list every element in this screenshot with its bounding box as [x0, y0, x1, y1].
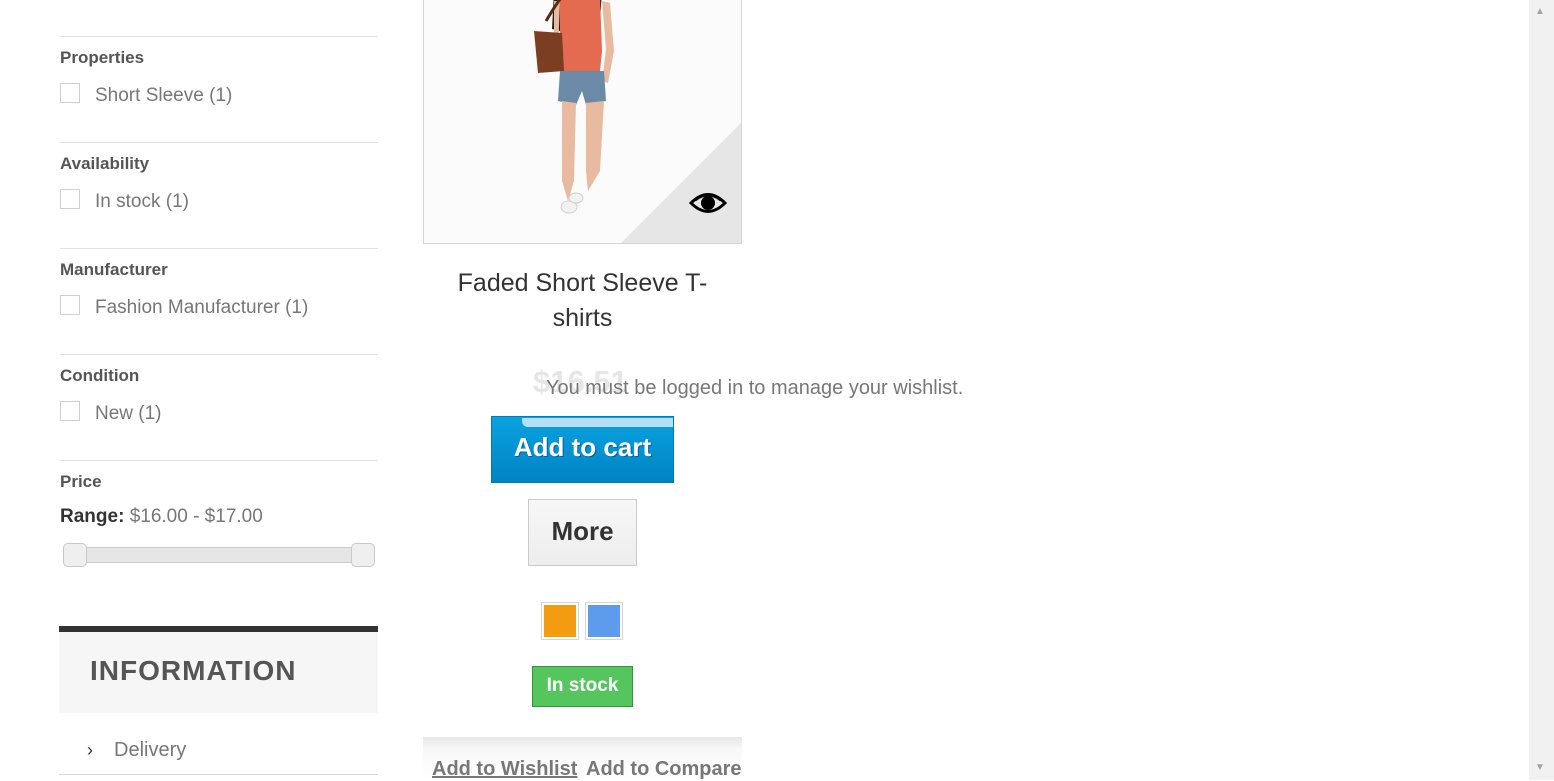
- checkbox-short-sleeve[interactable]: [60, 83, 80, 103]
- filter-divider: [60, 248, 378, 249]
- quick-view-corner: [621, 123, 741, 243]
- filter-title-properties: Properties: [60, 48, 145, 67]
- scroll-down-arrow-icon[interactable]: ▼: [1535, 762, 1545, 773]
- color-swatch-blue[interactable]: [585, 602, 623, 640]
- swatch-fill: [588, 605, 620, 637]
- eye-icon[interactable]: [689, 188, 727, 218]
- checkbox-fashion-manufacturer[interactable]: [60, 295, 80, 315]
- page-scrollbar[interactable]: [1529, 0, 1554, 780]
- information-title: INFORMATION: [90, 655, 297, 686]
- wishlist-login-message: You must be logged in to manage your wis…: [546, 377, 964, 399]
- swatch-fill: [544, 605, 576, 637]
- filter-title-condition: Condition: [60, 366, 140, 385]
- availability-badge: In stock: [532, 666, 633, 707]
- price-range-value: $16.00 - $17.00: [129, 506, 263, 527]
- filter-option-short-sleeve[interactable]: Short Sleeve (1): [95, 85, 232, 107]
- product-name[interactable]: Faded Short Sleeve T-shirts: [440, 266, 725, 336]
- filter-title-manufacturer: Manufacturer: [60, 260, 168, 279]
- add-to-cart-label[interactable]: Add to cart: [491, 432, 674, 463]
- scroll-up-arrow-icon[interactable]: ▲: [1535, 6, 1545, 17]
- filter-title-price: Price: [60, 472, 102, 491]
- add-to-compare-link[interactable]: Add to Compare: [586, 758, 742, 781]
- checkbox-in-stock[interactable]: [60, 189, 80, 209]
- filter-divider: [60, 142, 378, 143]
- checkbox-new[interactable]: [60, 401, 80, 421]
- price-slider-min-handle[interactable]: [63, 543, 87, 567]
- add-to-wishlist-link[interactable]: Add to Wishlist: [432, 758, 577, 781]
- filter-option-new[interactable]: New (1): [95, 403, 162, 425]
- price-slider-max-handle[interactable]: [351, 543, 375, 567]
- filter-divider: [60, 36, 378, 37]
- filter-option-fashion-manufacturer[interactable]: Fashion Manufacturer (1): [95, 297, 308, 319]
- add-to-cart-highlight: [522, 418, 673, 427]
- price-slider-track[interactable]: [66, 547, 372, 563]
- filter-divider: [60, 460, 378, 461]
- price-range: Range: $16.00 - $17.00: [60, 506, 263, 528]
- filter-option-in-stock[interactable]: In stock (1): [95, 191, 189, 213]
- color-swatch-orange[interactable]: [541, 602, 579, 640]
- price-range-label: Range:: [60, 506, 125, 527]
- filter-title-availability: Availability: [60, 154, 150, 173]
- information-item-delivery[interactable]: [59, 730, 378, 775]
- filter-divider: [60, 354, 378, 355]
- information-item-label[interactable]: Delivery: [114, 739, 186, 762]
- chevron-right-icon: ›: [87, 740, 93, 760]
- more-button[interactable]: More: [528, 499, 637, 566]
